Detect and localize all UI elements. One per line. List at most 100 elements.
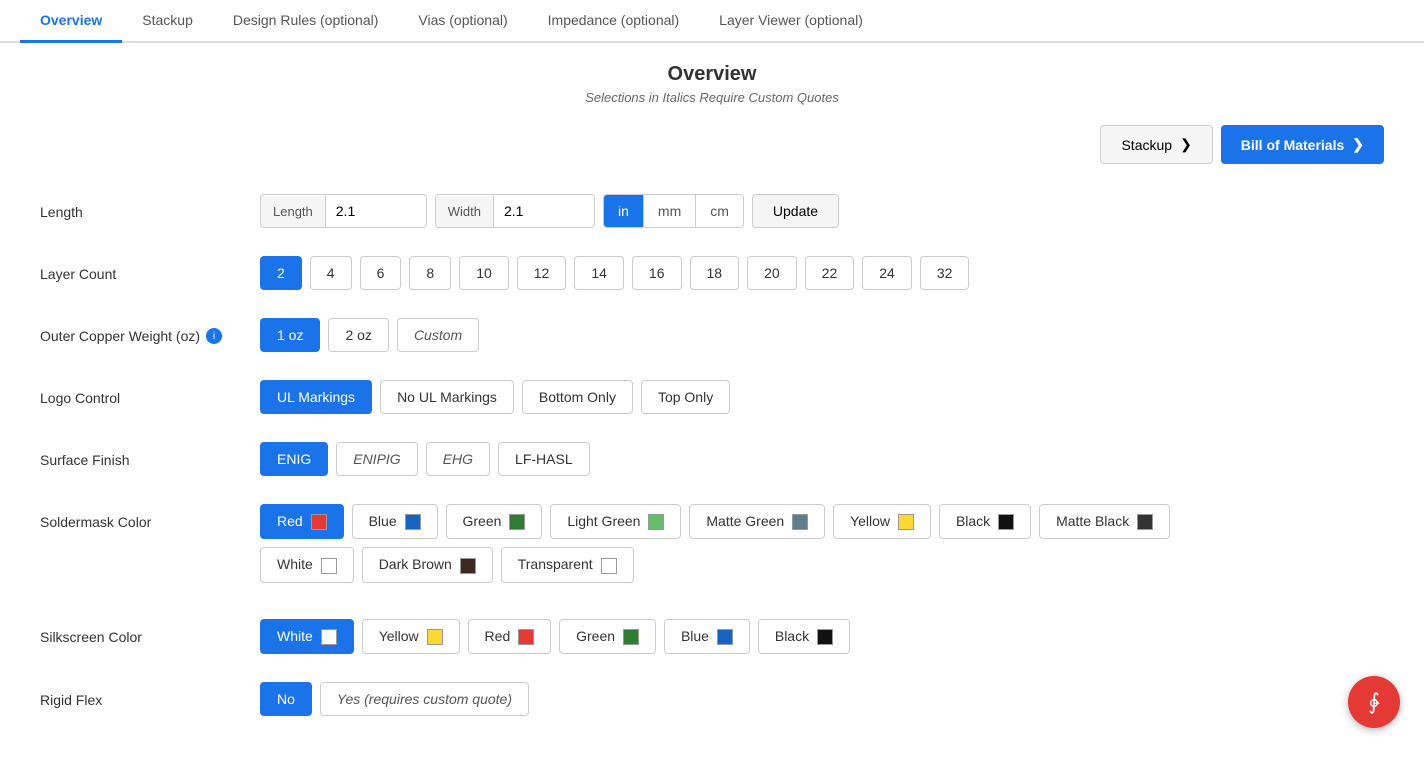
soldermask-row1: Red Blue Green Light Green Matte Green Y… (260, 504, 1384, 539)
red-swatch (311, 514, 327, 530)
layer-20-button[interactable]: 20 (747, 256, 797, 290)
solder-yellow-button[interactable]: Yellow (833, 504, 931, 539)
info-icon[interactable]: i (206, 328, 222, 344)
copper-1oz-button[interactable]: 1 oz (260, 318, 320, 352)
outer-copper-options: 1 oz 2 oz Custom (260, 318, 1384, 352)
outer-copper-label: Outer Copper Weight (oz) i (40, 318, 260, 344)
logo-bottom-only-button[interactable]: Bottom Only (522, 380, 633, 414)
blue-swatch (405, 514, 421, 530)
outer-copper-label-text: Outer Copper Weight (oz) (40, 328, 200, 344)
soldermask-color-row: Soldermask Color Red Blue Green Light Gr… (40, 504, 1384, 591)
silk-black-button[interactable]: Black (758, 619, 850, 654)
finish-enipig-button[interactable]: ENIPIG (336, 442, 417, 476)
unit-group: in mm cm (603, 194, 744, 228)
stackup-button[interactable]: Stackup ❯ (1100, 125, 1212, 164)
unit-cm-button[interactable]: cm (696, 195, 743, 227)
unit-in-button[interactable]: in (604, 195, 644, 227)
tab-vias[interactable]: Vias (optional) (398, 0, 527, 43)
layer-22-button[interactable]: 22 (805, 256, 855, 290)
tab-overview[interactable]: Overview (20, 0, 122, 43)
chat-button[interactable]: ∳ (1348, 676, 1400, 728)
layer-4-button[interactable]: 4 (310, 256, 352, 290)
matte-green-swatch (792, 514, 808, 530)
stackup-button-label: Stackup (1121, 137, 1172, 153)
logo-control-label: Logo Control (40, 380, 260, 406)
silk-yellow-button[interactable]: Yellow (362, 619, 460, 654)
layer-2-button[interactable]: 2 (260, 256, 302, 290)
solder-dark-brown-button[interactable]: Dark Brown (362, 547, 493, 582)
surface-finish-label: Surface Finish (40, 442, 260, 468)
rigid-flex-yes-button[interactable]: Yes (requires custom quote) (320, 682, 529, 716)
chevron-right-icon: ❯ (1352, 136, 1364, 153)
tab-stackup[interactable]: Stackup (122, 0, 213, 43)
solder-red-button[interactable]: Red (260, 504, 344, 539)
rigid-flex-options: No Yes (requires custom quote) (260, 682, 1384, 716)
rigid-flex-row: Rigid Flex No Yes (requires custom quote… (40, 682, 1384, 716)
green-swatch (509, 514, 525, 530)
silk-green-button[interactable]: Green (559, 619, 656, 654)
yellow-swatch (898, 514, 914, 530)
width-input[interactable] (494, 195, 594, 227)
layer-count-options: 2 4 6 8 10 12 14 16 18 20 22 24 32 (260, 256, 1384, 290)
logo-control-row: Logo Control UL Markings No UL Markings … (40, 380, 1384, 414)
tab-layer-viewer[interactable]: Layer Viewer (optional) (699, 0, 883, 43)
layer-12-button[interactable]: 12 (517, 256, 567, 290)
layer-8-button[interactable]: 8 (409, 256, 451, 290)
tab-impedance[interactable]: Impedance (optional) (528, 0, 700, 43)
layer-count-label: Layer Count (40, 256, 260, 282)
width-group: Width (435, 194, 595, 228)
surface-finish-options: ENIG ENIPIG EHG LF-HASL (260, 442, 1384, 476)
layer-14-button[interactable]: 14 (574, 256, 624, 290)
bom-button-label: Bill of Materials (1241, 137, 1344, 153)
soldermask-color-label: Soldermask Color (40, 504, 260, 530)
update-button[interactable]: Update (752, 194, 839, 228)
silk-white-button[interactable]: White (260, 619, 354, 654)
silk-green-swatch (623, 629, 639, 645)
unit-mm-button[interactable]: mm (644, 195, 696, 227)
dimensions-inputs: Length Width (260, 194, 595, 228)
bom-button[interactable]: Bill of Materials ❯ (1221, 125, 1384, 164)
solder-blue-button[interactable]: Blue (352, 504, 438, 539)
layer-18-button[interactable]: 18 (690, 256, 740, 290)
page-subtitle: Selections in Italics Require Custom Quo… (40, 90, 1384, 105)
length-group: Length (260, 194, 427, 228)
length-label: Length (261, 196, 326, 227)
logo-top-only-button[interactable]: Top Only (641, 380, 730, 414)
width-label: Width (436, 196, 494, 227)
logo-ul-markings-button[interactable]: UL Markings (260, 380, 372, 414)
rigid-flex-label: Rigid Flex (40, 682, 260, 708)
solder-matte-black-button[interactable]: Matte Black (1039, 504, 1170, 539)
logo-control-options: UL Markings No UL Markings Bottom Only T… (260, 380, 1384, 414)
layer-16-button[interactable]: 16 (632, 256, 682, 290)
layer-32-button[interactable]: 32 (920, 256, 970, 290)
top-buttons: Stackup ❯ Bill of Materials ❯ (40, 125, 1384, 164)
silk-red-button[interactable]: Red (468, 619, 552, 654)
solder-transparent-button[interactable]: Transparent (501, 547, 634, 582)
black-swatch (998, 514, 1014, 530)
layer-10-button[interactable]: 10 (459, 256, 509, 290)
copper-2oz-button[interactable]: 2 oz (328, 318, 388, 352)
dimensions-row: Length Length Width in mm cm Update (40, 194, 1384, 228)
finish-ehg-button[interactable]: EHG (426, 442, 490, 476)
solder-black-button[interactable]: Black (939, 504, 1031, 539)
rigid-flex-no-button[interactable]: No (260, 682, 312, 716)
layer-24-button[interactable]: 24 (862, 256, 912, 290)
matte-black-swatch (1137, 514, 1153, 530)
silk-yellow-swatch (427, 629, 443, 645)
finish-enig-button[interactable]: ENIG (260, 442, 328, 476)
tab-design-rules[interactable]: Design Rules (optional) (213, 0, 399, 43)
solder-light-green-button[interactable]: Light Green (550, 504, 681, 539)
solder-white-button[interactable]: White (260, 547, 354, 582)
length-input[interactable] (326, 195, 426, 227)
tabs-bar: Overview Stackup Design Rules (optional)… (0, 0, 1424, 43)
solder-matte-green-button[interactable]: Matte Green (689, 504, 825, 539)
finish-lfhasl-button[interactable]: LF-HASL (498, 442, 590, 476)
logo-no-ul-button[interactable]: No UL Markings (380, 380, 514, 414)
silk-blue-button[interactable]: Blue (664, 619, 750, 654)
solder-green-button[interactable]: Green (446, 504, 543, 539)
layer-6-button[interactable]: 6 (360, 256, 402, 290)
chevron-right-icon: ❯ (1180, 136, 1192, 153)
silk-white-swatch (321, 629, 337, 645)
light-green-swatch (648, 514, 664, 530)
copper-custom-button[interactable]: Custom (397, 318, 479, 352)
